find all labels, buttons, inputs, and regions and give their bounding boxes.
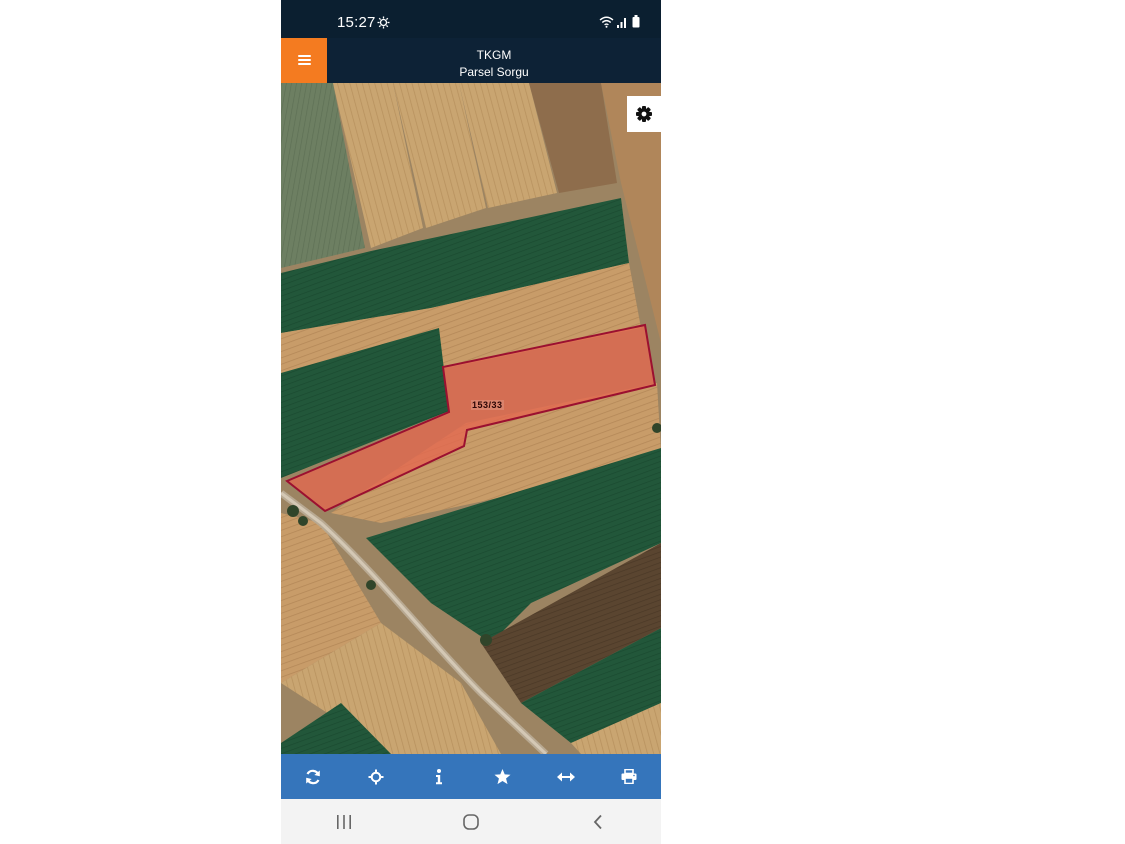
back-button[interactable]: [534, 799, 661, 844]
settings-button[interactable]: [627, 96, 661, 132]
system-nav-bar: [281, 799, 661, 844]
app-title: TKGM Parsel Sorgu: [327, 47, 661, 81]
status-time: 15:27: [337, 14, 376, 31]
map-toolbar: [281, 754, 661, 799]
hamburger-menu-icon: [298, 55, 311, 57]
home-button[interactable]: [408, 799, 535, 844]
hamburger-menu-icon-line: [298, 59, 311, 61]
star-icon: [494, 768, 511, 784]
printer-icon: [621, 769, 637, 784]
measure-button[interactable]: [534, 754, 597, 799]
map-view[interactable]: 153/33: [281, 83, 661, 754]
settings-sync-icon: [377, 16, 390, 29]
status-bar: 15:27: [281, 0, 661, 38]
home-icon: [463, 813, 479, 830]
app-subtitle: Parsel Sorgu: [459, 65, 529, 79]
recent-apps-button[interactable]: [281, 799, 408, 844]
app-header: TKGM Parsel Sorgu: [281, 38, 661, 83]
horizontal-arrows-icon: [556, 772, 575, 781]
hamburger-menu-icon-line: [298, 63, 311, 65]
refresh-icon: [305, 769, 320, 784]
menu-button[interactable]: [281, 38, 327, 83]
info-icon: [436, 768, 443, 784]
parcel-label[interactable]: 153/33: [471, 400, 504, 410]
satellite-map[interactable]: [281, 83, 661, 754]
crosshair-icon: [368, 769, 384, 784]
refresh-button[interactable]: [281, 754, 344, 799]
gear-icon: [636, 106, 652, 122]
favorite-button[interactable]: [471, 754, 534, 799]
phone-screen: 15:27 TKGM Parsel Sorgu 153/33: [281, 0, 661, 844]
back-icon: [593, 814, 602, 829]
app-title-text: TKGM: [476, 48, 512, 62]
battery-icon: [632, 15, 640, 28]
signal-icon: [617, 18, 626, 28]
info-button[interactable]: [408, 754, 471, 799]
recent-apps-icon: [337, 814, 352, 829]
locate-button[interactable]: [344, 754, 407, 799]
print-button[interactable]: [598, 754, 661, 799]
wifi-icon: [599, 16, 614, 28]
